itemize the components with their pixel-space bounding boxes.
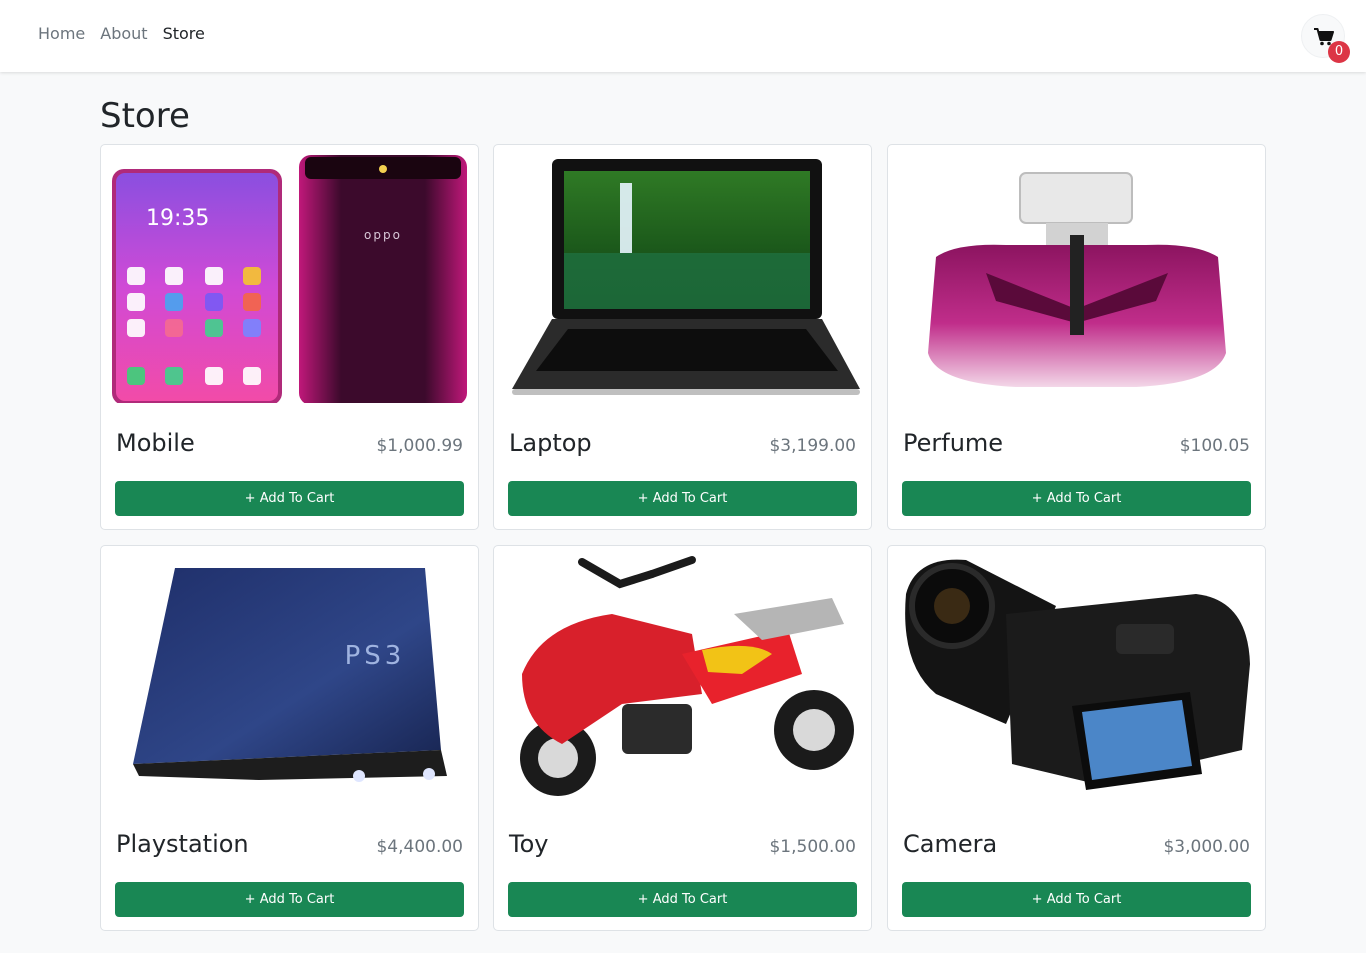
cart-button[interactable]: 0 [1301,14,1350,63]
add-to-cart-button[interactable]: + Add To Cart [115,481,464,516]
product-price: $3,199.00 [769,436,856,456]
add-to-cart-button[interactable]: + Add To Cart [115,882,464,917]
dslr-camera-image [896,554,1258,804]
perfume-bottle-image [896,153,1258,403]
playstation-console-image: PS3 [109,554,471,804]
navbar: Home About Store 0 [0,0,1366,72]
laptop-image [502,153,864,403]
product-name: Toy [509,830,549,858]
product-name: Playstation [116,830,249,858]
product-price: $1,500.00 [769,837,856,857]
product-name: Laptop [509,429,592,457]
svg-text:PS3: PS3 [345,641,406,671]
nav-link-home[interactable]: Home [38,24,85,43]
product-card: Toy $1,500.00 + Add To Cart [493,545,872,931]
mobile-phone-image: 19:35 oppo [109,153,471,403]
product-card: Perfume $100.05 + Add To Cart [887,144,1266,530]
nav-links: Home About Store [38,24,205,43]
product-price: $1,000.99 [376,436,463,456]
nav-link-store[interactable]: Store [163,24,205,43]
product-card: Laptop $3,199.00 + Add To Cart [493,144,872,530]
product-price: $100.05 [1179,436,1250,456]
nav-link-about[interactable]: About [100,24,147,43]
product-name: Mobile [116,429,195,457]
product-card: Camera $3,000.00 + Add To Cart [887,545,1266,931]
svg-text:19:35: 19:35 [146,206,209,231]
toy-motorbike-image [502,554,864,804]
product-name: Perfume [903,429,1004,457]
page-title: Store [100,96,190,136]
product-name: Camera [903,830,998,858]
product-price: $4,400.00 [376,837,463,857]
cart-count-badge: 0 [1328,41,1350,63]
add-to-cart-button[interactable]: + Add To Cart [508,882,857,917]
product-card: PS3 Playstation $4,400.00 + Add To Cart [100,545,479,931]
product-price: $3,000.00 [1163,837,1250,857]
add-to-cart-button[interactable]: + Add To Cart [902,481,1251,516]
product-card: 19:35 oppo Mobile $1,000.99 + Add To Car… [100,144,479,530]
add-to-cart-button[interactable]: + Add To Cart [902,882,1251,917]
svg-text:oppo: oppo [364,228,402,242]
add-to-cart-button[interactable]: + Add To Cart [508,481,857,516]
